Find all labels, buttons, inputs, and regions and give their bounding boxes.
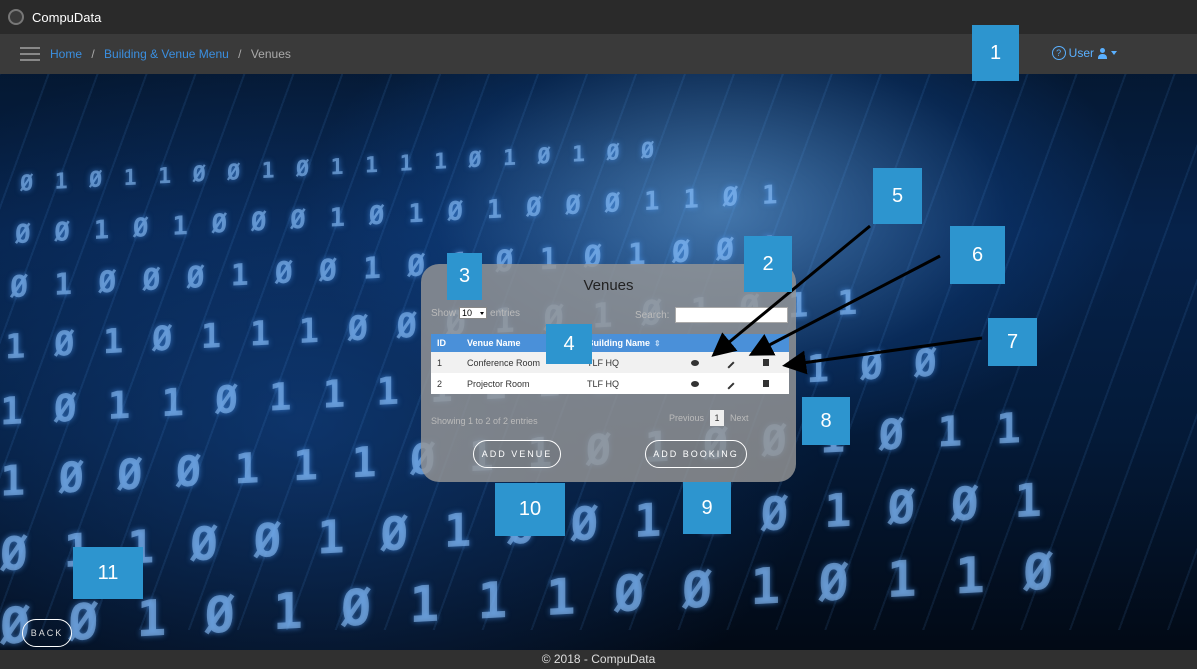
callout-7: 7 (988, 318, 1037, 366)
callout-4: 4 (546, 324, 592, 364)
back-button[interactable]: BACK (22, 619, 72, 647)
arrow-to-delete-icon (782, 336, 983, 375)
callout-10: 10 (495, 483, 565, 536)
callout-1: 1 (972, 25, 1019, 81)
callout-2: 2 (744, 236, 792, 292)
callout-9: 9 (683, 482, 731, 534)
callout-11: 11 (73, 547, 143, 599)
callout-3: 3 (447, 253, 482, 300)
callout-5: 5 (873, 168, 922, 224)
callout-6: 6 (950, 226, 1005, 284)
callout-8: 8 (802, 397, 850, 445)
footer: © 2018 - CompuData (0, 650, 1197, 669)
